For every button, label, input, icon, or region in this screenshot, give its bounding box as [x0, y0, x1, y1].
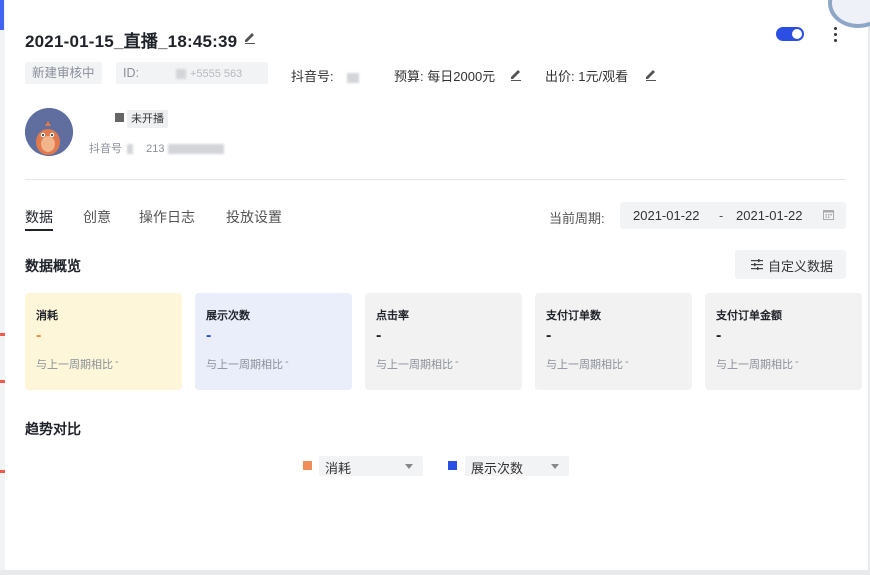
avatar-image: [25, 108, 73, 156]
id-value: +5555 563: [189, 68, 243, 80]
metric-compare-value: -: [455, 356, 459, 368]
metric-card[interactable]: 消耗 - 与上一周期相比 -: [25, 293, 182, 390]
avatar: [25, 108, 73, 156]
douyin-label: 抖音号:: [291, 69, 334, 84]
page-title: 2021-01-15_直播_18:45:39: [25, 32, 238, 51]
metric-compare-value: -: [285, 356, 289, 368]
impressions-swatch: [448, 461, 457, 470]
metric-compare-label: 与上一周期相比: [716, 359, 793, 371]
tab-operation-log[interactable]: 操作日志: [139, 207, 195, 227]
metric-card[interactable]: 点击率 - 与上一周期相比 -: [365, 293, 522, 390]
account-id-value: 213: [146, 143, 165, 155]
metric-compare-label: 与上一周期相比: [376, 359, 453, 371]
bid-label: 出价:: [545, 69, 575, 84]
metric-compare-label: 与上一周期相比: [546, 359, 623, 371]
budget-label: 预算:: [394, 69, 424, 84]
metric-card[interactable]: 支付订单金额 - 与上一周期相比 -: [705, 293, 862, 390]
divider: [25, 179, 846, 180]
date-separator: -: [719, 208, 724, 223]
metric-select-spend[interactable]: 消耗: [319, 456, 423, 476]
edit-bid-icon[interactable]: [644, 67, 658, 81]
left-accent: [0, 0, 4, 30]
live-status-badge: 未开播: [127, 110, 168, 128]
bid-value: 1元/观看: [578, 69, 629, 84]
tab-delivery-settings[interactable]: 投放设置: [226, 207, 282, 227]
metric-select-impressions[interactable]: 展示次数: [465, 456, 569, 476]
more-icon[interactable]: [829, 24, 841, 44]
start-date: 2021-01-22: [633, 208, 700, 223]
budget-value: 每日2000元: [427, 69, 496, 84]
tab-active-indicator: [25, 229, 53, 231]
custom-data-button[interactable]: 自定义数据: [735, 250, 846, 279]
tab-data[interactable]: 数据: [25, 207, 53, 227]
metric-name: 支付订单数: [546, 310, 601, 322]
custom-data-label: 自定义数据: [768, 259, 834, 274]
metric-compare-label: 与上一周期相比: [206, 359, 283, 371]
live-status-dot: [115, 113, 124, 122]
id-chip: ID: +5555 563: [116, 62, 268, 84]
metric-value: -: [546, 327, 552, 344]
period-label: 当前周期:: [549, 211, 605, 226]
metric-name: 支付订单金额: [716, 310, 782, 322]
metric-card[interactable]: 支付订单数 - 与上一周期相比 -: [535, 293, 692, 390]
left-frame: [0, 0, 5, 575]
metric-card[interactable]: 展示次数 - 与上一周期相比 -: [195, 293, 352, 390]
status-chip: 新建审核中: [25, 62, 102, 84]
side-mark: [0, 380, 5, 383]
account-id-redaction: [167, 144, 224, 155]
date-range-picker[interactable]: 2021-01-22 - 2021-01-22: [620, 202, 846, 229]
douyin-redaction: [347, 72, 360, 83]
tab-creative[interactable]: 创意: [83, 207, 111, 227]
overview-title: 数据概览: [25, 258, 81, 274]
metric-name: 展示次数: [206, 310, 250, 322]
metric-value: -: [716, 327, 722, 344]
status-toggle[interactable]: [776, 27, 804, 41]
chevron-down-icon: [405, 464, 413, 469]
metric-name: 点击率: [376, 310, 409, 322]
side-mark: [0, 470, 5, 473]
metric-compare-value: -: [625, 356, 629, 368]
id-label: ID:: [123, 66, 139, 80]
spend-swatch: [303, 461, 312, 470]
metric-value: -: [376, 327, 382, 344]
toggle-knob: [792, 29, 802, 39]
account-id-redaction: [127, 144, 134, 155]
account-id: 抖音号 213: [89, 140, 224, 156]
trend-title: 趋势对比: [25, 421, 81, 437]
id-redaction: [176, 68, 187, 79]
bottom-frame: [0, 570, 870, 575]
side-mark: [0, 333, 5, 336]
end-date: 2021-01-22: [736, 208, 803, 223]
calendar-icon: [823, 210, 834, 220]
metric-value: -: [36, 327, 42, 344]
metric-select-label: 消耗: [325, 461, 352, 476]
budget-field: 预算: 每日2000元: [394, 66, 495, 85]
metric-compare-value: -: [795, 356, 799, 368]
sliders-icon: [751, 259, 763, 270]
metric-name: 消耗: [36, 310, 58, 322]
edit-budget-icon[interactable]: [509, 67, 523, 81]
account-id-label: 抖音号: [89, 143, 122, 155]
metric-select-label: 展示次数: [471, 461, 524, 476]
chevron-down-icon: [551, 464, 559, 469]
edit-title-icon[interactable]: [243, 30, 257, 44]
bid-field: 出价: 1元/观看: [545, 66, 628, 85]
metric-value: -: [206, 327, 212, 344]
metric-compare-value: -: [115, 356, 119, 368]
douyin-field: 抖音号:: [291, 66, 360, 85]
metric-compare-label: 与上一周期相比: [36, 359, 113, 371]
